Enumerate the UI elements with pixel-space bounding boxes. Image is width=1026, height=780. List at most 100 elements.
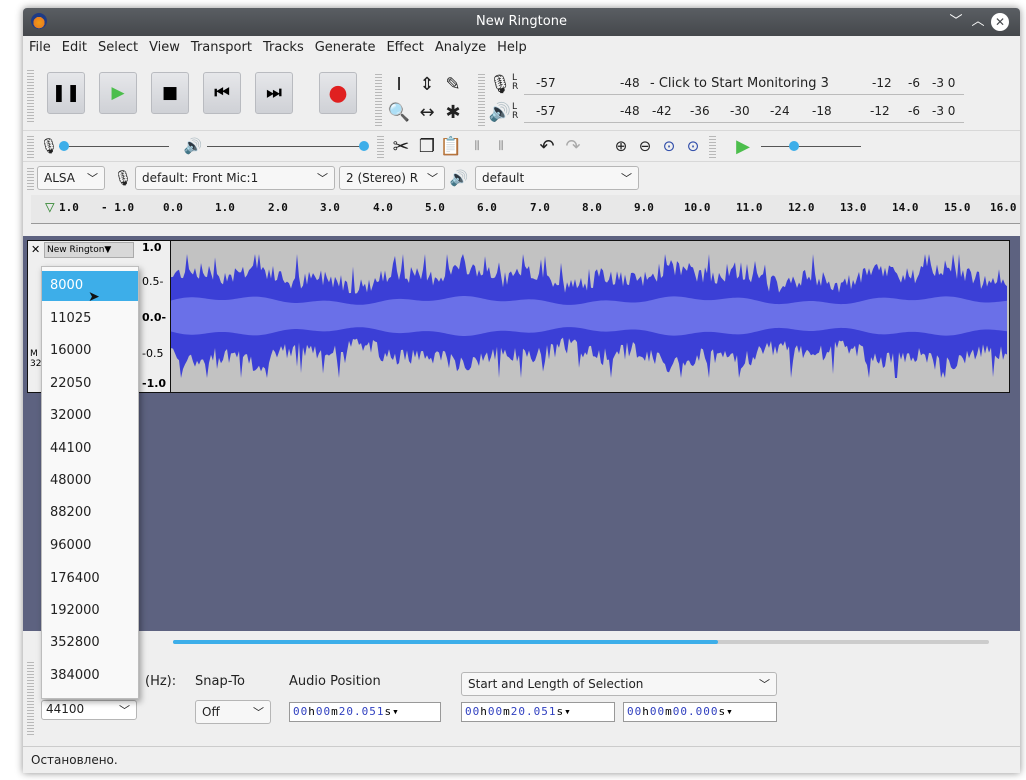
menu-edit[interactable]: Edit [56, 36, 92, 55]
redo-icon[interactable]: ↷ [561, 134, 585, 158]
selection-tool-icon[interactable]: I [387, 72, 411, 96]
silence-icon[interactable]: ⫼ [489, 134, 513, 158]
copy-icon[interactable]: ❐ [415, 134, 439, 158]
menu-tracks[interactable]: Tracks [257, 36, 309, 55]
selection-mode-select[interactable]: Start and Length of Selection ﹀ [461, 672, 777, 696]
selection-start-field[interactable]: 00h00m20.051s▾ [461, 702, 615, 722]
toolbar-grip[interactable] [27, 660, 34, 736]
zoom-tool-icon[interactable]: 🔍 [387, 100, 411, 124]
meter-tick: -3 0 [932, 104, 956, 118]
channels-select[interactable]: 2 (Stereo) R ﹀ [339, 166, 445, 190]
menu-help[interactable]: Help [491, 36, 532, 55]
horizontal-scrollbar[interactable] [173, 640, 989, 644]
close-icon[interactable]: ✕ [991, 13, 1009, 31]
chevron-down-icon: ﹀ [253, 706, 264, 719]
recording-volume-thumb[interactable] [59, 141, 69, 151]
multi-tool-icon[interactable]: ✱ [441, 100, 465, 124]
play-button[interactable]: ▶ [99, 72, 137, 114]
menu-generate[interactable]: Generate [309, 36, 381, 55]
undo-icon[interactable]: ↶ [535, 134, 559, 158]
microphone-icon[interactable]: 🎙 [488, 72, 512, 96]
fit-project-icon[interactable]: ⊙ [681, 134, 705, 158]
toolbar-grip[interactable] [27, 68, 34, 122]
meter-tick: -6 [908, 76, 920, 90]
play-speed-slider[interactable] [761, 146, 861, 147]
project-rate-select[interactable]: 44100 ﹀ [41, 700, 137, 720]
rate-option[interactable]: 352800 [42, 628, 138, 658]
menu-analyze[interactable]: Analyze [429, 36, 491, 55]
rate-option[interactable]: 96000 [42, 531, 138, 561]
menu-file[interactable]: File [23, 36, 56, 55]
toolbar-grip[interactable] [377, 134, 384, 158]
rate-option[interactable]: 11025 [42, 304, 138, 334]
skip-start-button[interactable]: ⏮ [203, 72, 241, 114]
track-area[interactable]: ✕ New Rington▼ M 32 1.0 0.5- 0.0- -0.5 -… [23, 236, 1020, 631]
project-rate-label: (Hz): [145, 674, 177, 689]
menu-view[interactable]: View [143, 36, 185, 55]
timeline-ruler[interactable]: ▽ 1.0 - 1.0 0.0 1.0 2.0 3.0 4.0 5.0 6.0 … [31, 195, 1020, 224]
track-name-menu[interactable]: New Rington▼ [44, 242, 134, 258]
rate-option[interactable]: 22050 [42, 369, 138, 399]
toolbar-grip[interactable] [27, 134, 34, 158]
speaker-icon: 🔊 [449, 169, 469, 187]
rate-option[interactable]: 192000 [42, 596, 138, 626]
draw-tool-icon[interactable]: ✎ [441, 72, 465, 96]
host-select[interactable]: ALSA ﹀ [37, 166, 105, 190]
record-button[interactable]: ● [319, 72, 357, 114]
tc-seconds: 20.051 [338, 705, 385, 718]
rate-option[interactable]: 88200 [42, 498, 138, 528]
fit-selection-icon[interactable]: ⊙ [657, 134, 681, 158]
play-speed-thumb[interactable] [789, 141, 799, 151]
stop-button[interactable]: ■ [151, 72, 189, 114]
playback-volume-thumb[interactable] [359, 141, 369, 151]
recording-volume-slider[interactable] [59, 146, 169, 147]
envelope-tool-icon[interactable]: ⇕ [415, 72, 439, 96]
rate-option[interactable]: 16000 [42, 336, 138, 366]
skip-end-button[interactable]: ⏭ [255, 72, 293, 114]
rate-option[interactable]: 176400 [42, 564, 138, 594]
rate-option[interactable]: 48000 [42, 466, 138, 496]
menu-select[interactable]: Select [92, 36, 143, 55]
audio-position-field[interactable]: 00h00m20.051s▾ [289, 702, 441, 722]
playback-device-select[interactable]: default ﹀ [475, 166, 639, 190]
rate-option[interactable]: 44100 [42, 434, 138, 464]
toolbar-grip[interactable] [478, 72, 485, 128]
status-text: Остановлено. [31, 753, 118, 767]
scrollbar-thumb[interactable] [173, 640, 718, 644]
time-shift-tool-icon[interactable]: ↔ [415, 100, 439, 124]
toolbar-grip[interactable] [709, 134, 716, 158]
play-meter[interactable]: -57 -48 -42 -36 -30 -24 -18 -12 -6 -3 0 [524, 102, 964, 123]
snap-to-select[interactable]: Off ﹀ [195, 700, 271, 724]
menu-effect[interactable]: Effect [380, 36, 428, 55]
selection-length-field[interactable]: 00h00m00.000s▾ [623, 702, 777, 722]
scale-label: 0.5- [142, 275, 164, 288]
toolbar-grip[interactable] [27, 166, 34, 190]
menu-transport[interactable]: Transport [185, 36, 257, 55]
monitoring-hint: - Click to Start Monitoring 3 [650, 76, 829, 91]
recording-device-select[interactable]: default: Front Mic:1 ﹀ [135, 166, 335, 190]
zoom-out-icon[interactable]: ⊖ [633, 134, 657, 158]
trim-icon[interactable]: ⫼ [465, 134, 489, 158]
pin-head-icon[interactable]: ▽ [45, 197, 55, 216]
close-track-icon[interactable]: ✕ [31, 243, 40, 256]
tc-menu-icon[interactable]: ▾ [726, 705, 734, 718]
maximize-icon[interactable]: ︿ [969, 13, 987, 31]
ruler-label: 7.0 [530, 201, 550, 214]
paste-icon[interactable]: 📋 [439, 134, 463, 158]
minimize-icon[interactable]: ﹀ [947, 13, 965, 31]
zoom-in-icon[interactable]: ⊕ [609, 134, 633, 158]
pause-button[interactable]: ❚❚ [47, 72, 85, 114]
toolbar-grip[interactable] [375, 72, 382, 128]
playback-volume-slider[interactable] [207, 146, 367, 147]
rate-option[interactable]: 32000 [42, 401, 138, 431]
waveform[interactable] [170, 240, 1010, 393]
recording-volume-icon: 🎙 [39, 137, 59, 155]
speaker-icon[interactable]: 🔊 [488, 100, 512, 124]
cut-icon[interactable]: ✂ [389, 134, 413, 158]
tc-menu-icon[interactable]: ▾ [392, 705, 400, 718]
tc-menu-icon[interactable]: ▾ [564, 705, 572, 718]
vertical-scale[interactable]: 1.0 0.5- 0.0- -0.5 -1.0 [140, 240, 170, 393]
play-at-speed-icon[interactable]: ▶ [731, 134, 755, 158]
record-meter[interactable]: -57 -48 - Click to Start Monitoring 3 -1… [524, 74, 964, 95]
rate-option[interactable]: 384000 [42, 661, 138, 691]
